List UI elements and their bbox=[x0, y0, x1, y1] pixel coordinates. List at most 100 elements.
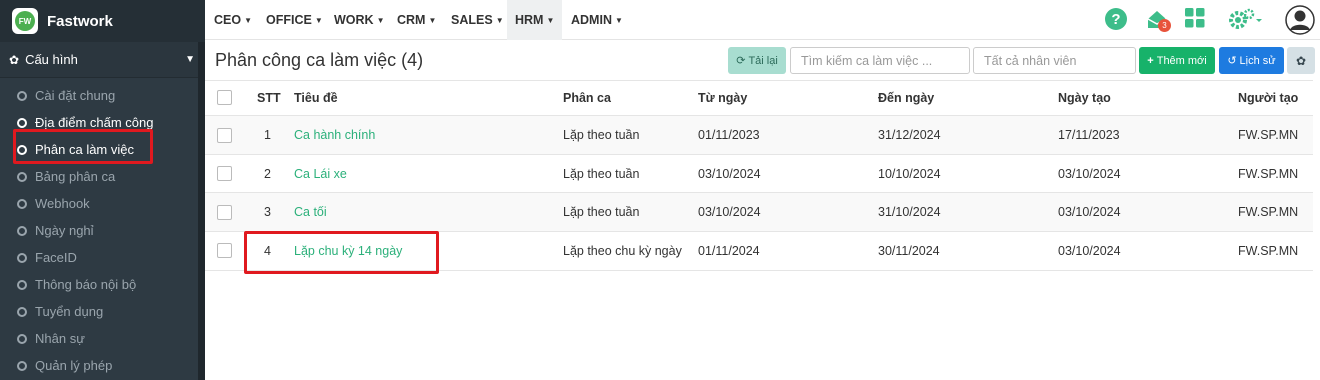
circle-icon bbox=[17, 225, 27, 236]
table-top-border bbox=[205, 80, 1313, 81]
sidebar-item-label: Ngày nghỉ bbox=[35, 223, 94, 238]
cell-creator: FW.SP.MN bbox=[1238, 167, 1299, 181]
sidebar-item-label: Bảng phân ca bbox=[35, 169, 116, 184]
cell-shift: Lặp theo chu kỳ ngày bbox=[563, 244, 682, 258]
gear-icon: ✿ bbox=[9, 52, 20, 67]
table-settings-button[interactable]: ✿ bbox=[1287, 47, 1315, 74]
sidebar-section-config[interactable]: ✿ Cấu hình ▼ bbox=[0, 42, 205, 78]
circle-icon bbox=[17, 171, 27, 182]
header-stt[interactable]: STT bbox=[257, 91, 281, 105]
sidebar-scrollbar[interactable] bbox=[198, 42, 205, 380]
cell-shift: Lặp theo tuần bbox=[563, 128, 640, 142]
nav-label: ADMIN bbox=[571, 13, 612, 27]
caret-down-icon: ▼ bbox=[314, 15, 323, 25]
sidebar-item-personnel[interactable]: Nhân sự bbox=[0, 325, 205, 352]
cell-to-date: 31/12/2024 bbox=[878, 128, 941, 142]
reload-label: Tải lại bbox=[748, 54, 778, 67]
nav-label: OFFICE bbox=[266, 13, 312, 27]
history-button[interactable]: ↺ Lịch sử bbox=[1219, 47, 1284, 74]
history-label: Lịch sử bbox=[1239, 54, 1276, 67]
brand[interactable]: FW Fastwork bbox=[0, 0, 205, 42]
employee-filter-input[interactable]: Tất cả nhân viên bbox=[973, 47, 1136, 74]
circle-icon bbox=[17, 279, 27, 290]
sidebar-item-faceid[interactable]: FaceID bbox=[0, 244, 205, 271]
sidebar: FW Fastwork ✿ Cấu hình ▼ Cài đặt chung Đ… bbox=[0, 0, 205, 380]
nav-office[interactable]: OFFICE ▼ bbox=[258, 0, 331, 40]
cell-shift: Lặp theo tuần bbox=[563, 205, 640, 219]
brand-name: Fastwork bbox=[47, 12, 113, 30]
cell-from-date: 01/11/2023 bbox=[698, 128, 760, 142]
nav-admin[interactable]: ADMIN ▼ bbox=[563, 0, 631, 40]
cell-title-link[interactable]: Ca hành chính bbox=[294, 128, 375, 142]
select-all-checkbox[interactable] bbox=[217, 90, 232, 105]
circle-icon bbox=[17, 198, 27, 209]
cell-title-link[interactable]: Ca Lái xe bbox=[294, 167, 347, 181]
chevron-down-icon: ▼ bbox=[185, 54, 195, 65]
notification-badge: 3 bbox=[1158, 19, 1171, 32]
plus-icon: + bbox=[1147, 54, 1154, 67]
sidebar-item-shift-table[interactable]: Bảng phân ca bbox=[0, 163, 205, 190]
nav-sales[interactable]: SALES ▼ bbox=[443, 0, 512, 40]
caret-down-icon: ▼ bbox=[244, 15, 253, 25]
caret-down-icon: ▼ bbox=[376, 15, 385, 25]
cell-created-date: 03/10/2024 bbox=[1058, 205, 1121, 219]
circle-icon bbox=[17, 360, 27, 371]
page-title: Phân công ca làm việc (4) bbox=[215, 50, 424, 70]
header-to-date[interactable]: Đến ngày bbox=[878, 91, 934, 105]
nav-work[interactable]: WORK ▼ bbox=[326, 0, 393, 40]
sidebar-item-general-settings[interactable]: Cài đặt chung bbox=[0, 82, 205, 109]
header-title[interactable]: Tiêu đề bbox=[294, 91, 338, 105]
cell-title-link[interactable]: Ca tối bbox=[294, 205, 327, 219]
sidebar-item-holidays[interactable]: Ngày nghỉ bbox=[0, 217, 205, 244]
reload-button[interactable]: ⟳ Tải lại bbox=[728, 47, 786, 74]
table-divider bbox=[205, 192, 1313, 193]
cell-creator: FW.SP.MN bbox=[1238, 244, 1299, 258]
user-avatar-icon[interactable] bbox=[1285, 5, 1315, 35]
help-icon[interactable]: ? bbox=[1104, 7, 1128, 31]
row-checkbox[interactable] bbox=[217, 166, 232, 181]
cell-created-date: 03/10/2024 bbox=[1058, 244, 1121, 258]
nav-ceo[interactable]: CEO ▼ bbox=[206, 0, 260, 40]
caret-down-icon: ▼ bbox=[495, 15, 504, 25]
cell-created-date: 03/10/2024 bbox=[1058, 167, 1121, 181]
sidebar-item-leave-management[interactable]: Quản lý phép bbox=[0, 352, 205, 379]
sidebar-item-recruitment[interactable]: Tuyển dụng bbox=[0, 298, 205, 325]
table-divider bbox=[205, 154, 1313, 155]
cell-shift: Lặp theo tuần bbox=[563, 167, 640, 181]
sidebar-item-webhook[interactable]: Webhook bbox=[0, 190, 205, 217]
sidebar-item-internal-notice[interactable]: Thông báo nội bộ bbox=[0, 271, 205, 298]
row-checkbox[interactable] bbox=[217, 205, 232, 220]
header-from-date[interactable]: Từ ngày bbox=[698, 91, 747, 105]
caret-down-icon: ▼ bbox=[546, 15, 555, 25]
refresh-icon: ⟳ bbox=[736, 55, 746, 67]
circle-icon bbox=[17, 306, 27, 317]
search-input[interactable]: Tìm kiếm ca làm việc ... bbox=[790, 47, 970, 74]
add-new-label: Thêm mới bbox=[1156, 54, 1207, 67]
cell-from-date: 03/10/2024 bbox=[698, 205, 761, 219]
nav-label: CEO bbox=[214, 13, 242, 27]
apps-grid-icon[interactable] bbox=[1185, 8, 1205, 28]
circle-icon bbox=[17, 117, 27, 128]
row-checkbox[interactable] bbox=[217, 243, 232, 258]
nav-hrm[interactable]: HRM ▼ bbox=[507, 0, 562, 40]
settings-icon[interactable] bbox=[1228, 7, 1264, 31]
header-shift[interactable]: Phân ca bbox=[563, 91, 611, 105]
nav-label: CRM bbox=[397, 13, 426, 27]
cell-creator: FW.SP.MN bbox=[1238, 205, 1299, 219]
header-creator[interactable]: Người tạo bbox=[1238, 91, 1298, 105]
caret-down-icon: ▼ bbox=[614, 15, 623, 25]
highlight-box bbox=[13, 129, 153, 164]
caret-down-icon: ▼ bbox=[428, 15, 437, 25]
cell-to-date: 10/10/2024 bbox=[878, 167, 941, 181]
circle-icon bbox=[17, 90, 27, 101]
header-created-date[interactable]: Ngày tạo bbox=[1058, 91, 1111, 105]
add-new-button[interactable]: + Thêm mới bbox=[1139, 47, 1215, 74]
cell-from-date: 01/11/2024 bbox=[698, 244, 760, 258]
circle-icon bbox=[17, 252, 27, 263]
sidebar-menu: Cài đặt chung Địa điểm chấm công Phân ca… bbox=[0, 78, 205, 379]
nav-crm[interactable]: CRM ▼ bbox=[389, 0, 444, 40]
row-checkbox[interactable] bbox=[217, 128, 232, 143]
svg-text:?: ? bbox=[1111, 11, 1120, 28]
sidebar-item-label: FaceID bbox=[35, 250, 77, 265]
nav-label: HRM bbox=[515, 13, 544, 27]
